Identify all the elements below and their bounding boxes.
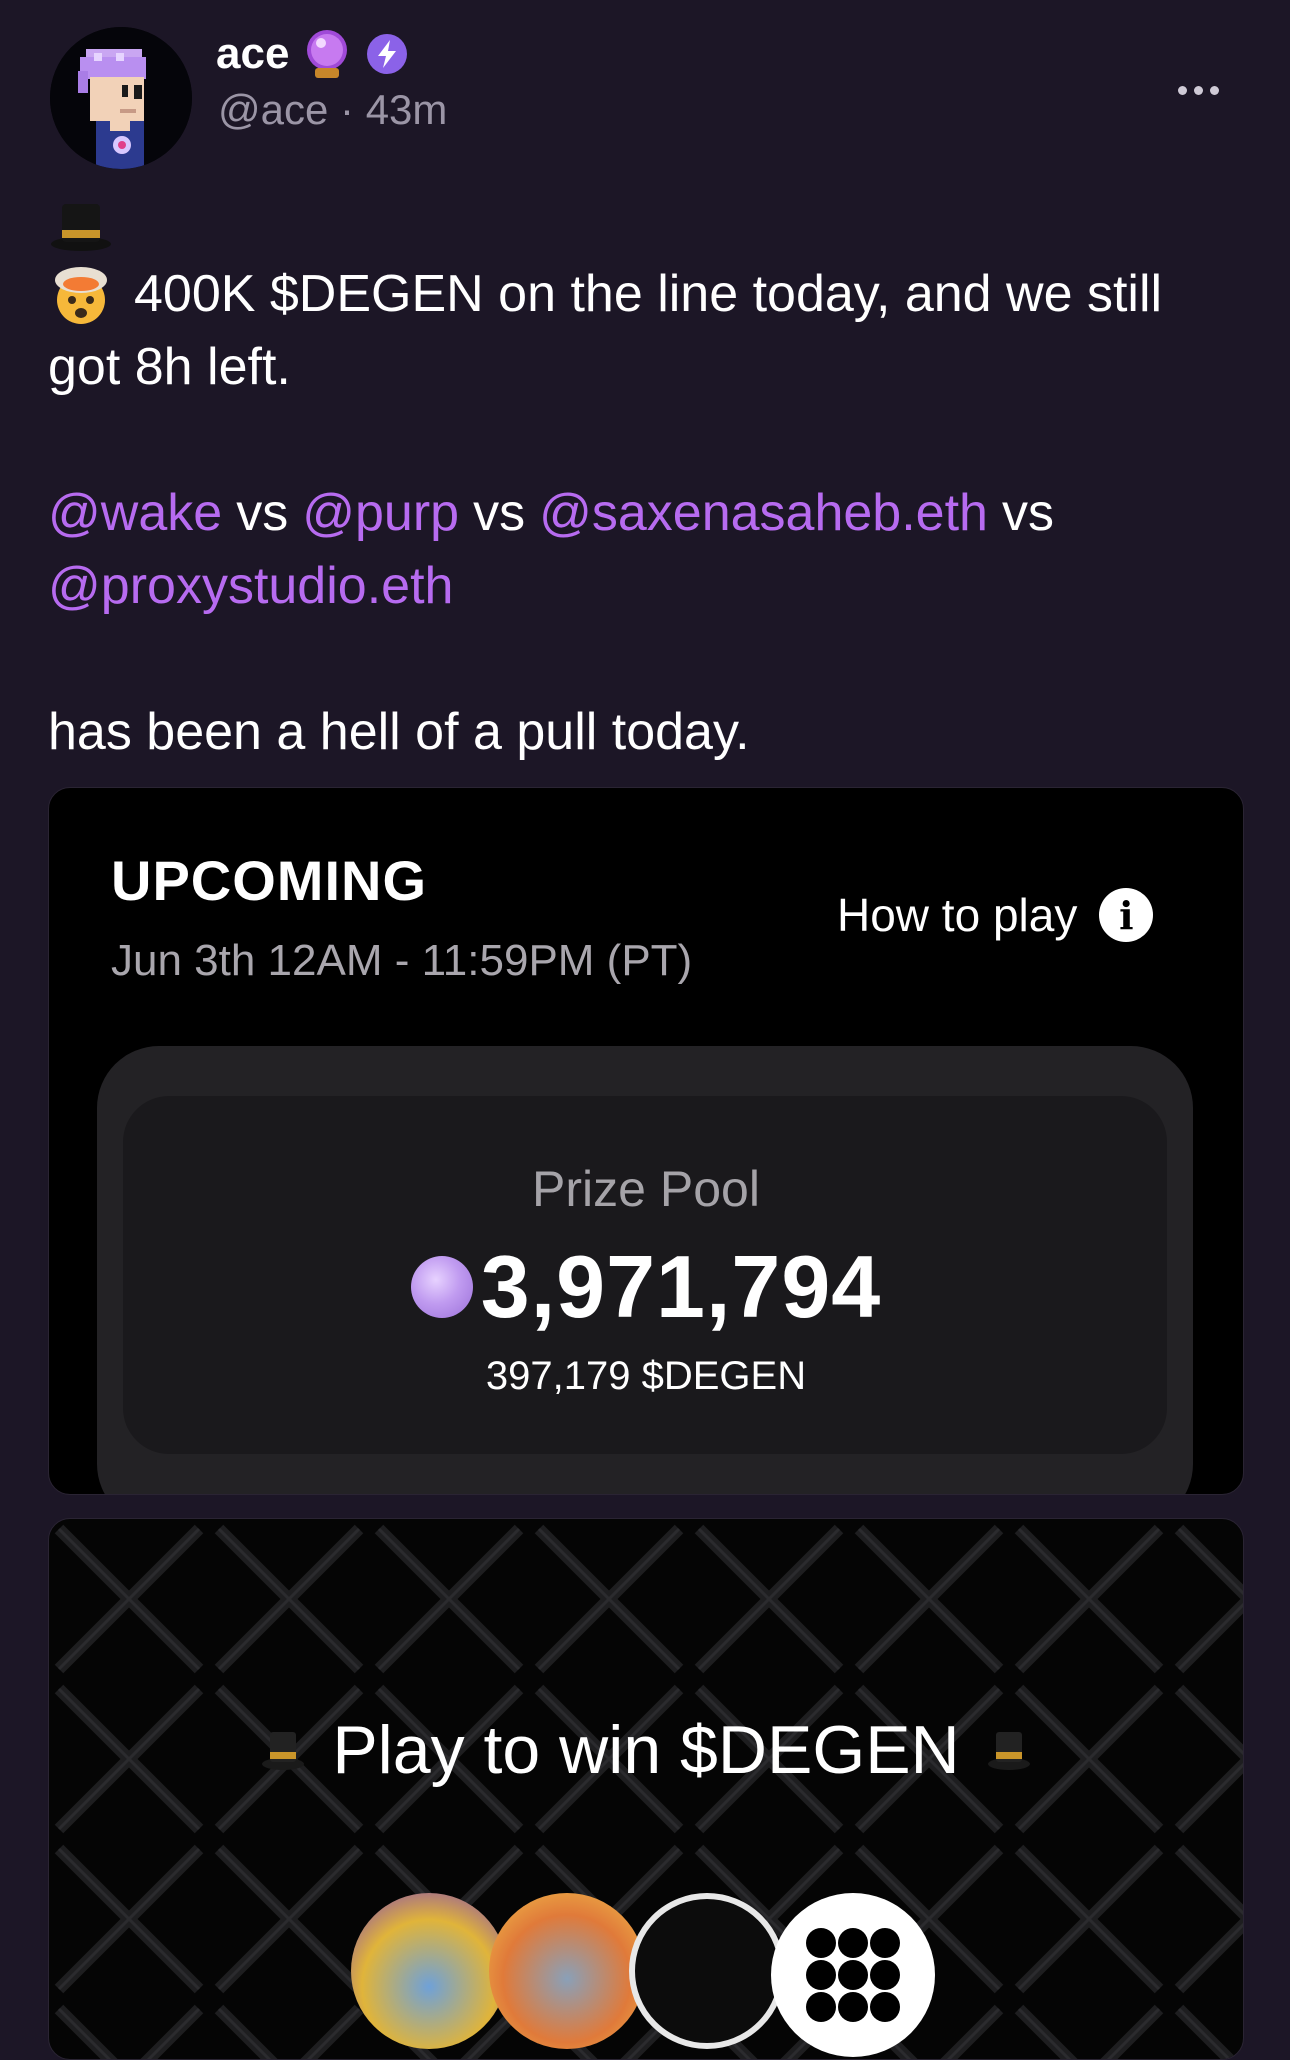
player-avatar[interactable] bbox=[351, 1893, 507, 2049]
top-hat-icon bbox=[262, 1732, 305, 1770]
info-icon: i bbox=[1099, 888, 1154, 942]
mention-link[interactable]: @proxystudio.eth bbox=[48, 550, 453, 623]
author-meta: @ace · 43m bbox=[218, 86, 447, 134]
vs-text: vs bbox=[473, 484, 526, 542]
post-time: 43m bbox=[365, 86, 448, 133]
author-name-row: ace bbox=[216, 24, 409, 84]
mention-link[interactable]: @wake bbox=[48, 477, 222, 550]
mentions-line-2: @proxystudio.eth bbox=[48, 550, 1238, 623]
prize-pool-label: Prize Pool bbox=[532, 1161, 760, 1217]
author-avatar[interactable] bbox=[50, 27, 192, 169]
author-name[interactable]: ace bbox=[216, 29, 289, 79]
post-text-line1: 400K $DEGEN on the line today, and we st… bbox=[134, 265, 1163, 323]
dots-grid-icon bbox=[806, 1928, 900, 2022]
author-handle[interactable]: @ace bbox=[218, 86, 328, 133]
player-avatar[interactable] bbox=[629, 1893, 785, 2049]
more-players-avatar[interactable] bbox=[771, 1893, 935, 2057]
vs-text: vs bbox=[236, 484, 289, 542]
player-avatar[interactable] bbox=[489, 1893, 645, 2049]
prize-pool-embed[interactable]: UPCOMING Jun 3th 12AM - 11:59PM (PT) How… bbox=[48, 787, 1244, 1495]
play-to-win-label: Play to win $DEGEN bbox=[332, 1712, 960, 1788]
post-line-1: 400K $DEGEN on the line today, and we st… bbox=[48, 258, 1238, 331]
prize-pool-value: 3,971,794 bbox=[480, 1237, 882, 1336]
post-body: 400K $DEGEN on the line today, and we st… bbox=[48, 194, 1238, 769]
exploding-head-emoji-icon bbox=[55, 266, 107, 324]
power-badge-icon bbox=[367, 34, 408, 74]
play-to-win-embed[interactable]: Play to win $DEGEN bbox=[48, 1518, 1244, 2060]
more-options-icon[interactable] bbox=[1178, 76, 1226, 104]
meta-separator: · bbox=[340, 86, 355, 133]
mention-link[interactable]: @saxenasaheb.eth bbox=[539, 477, 988, 550]
degen-coin-icon bbox=[410, 1256, 473, 1318]
top-hat-icon bbox=[987, 1732, 1030, 1770]
prize-pool-amount: 3,971,794 bbox=[49, 1236, 1243, 1338]
how-to-play-button[interactable]: How to play i bbox=[837, 888, 1154, 942]
pixel-avatar-image bbox=[50, 27, 192, 169]
player-avatars bbox=[351, 1893, 951, 2059]
crystal-ball-icon bbox=[307, 30, 348, 78]
post-text-closing: has been a hell of a pull today. bbox=[48, 703, 750, 761]
vs-text: vs bbox=[1001, 484, 1054, 542]
post-line-2: got 8h left. bbox=[48, 331, 1238, 404]
how-to-play-label: How to play bbox=[837, 889, 1078, 941]
event-date: Jun 3th 12AM - 11:59PM (PT) bbox=[111, 936, 693, 985]
cast-post: ace @ace · 43m 400K $DEGEN on the line t… bbox=[0, 0, 1290, 2060]
post-text-line2: got 8h left. bbox=[48, 338, 291, 396]
post-closing-line: has been a hell of a pull today. bbox=[48, 696, 1238, 769]
mention-link[interactable]: @purp bbox=[302, 477, 459, 550]
prize-pool-degen: 397,179 $DEGEN bbox=[485, 1354, 807, 1398]
status-label: UPCOMING bbox=[111, 849, 427, 912]
play-cta-row: Play to win $DEGEN bbox=[49, 1711, 1243, 1789]
top-hat-emoji-icon bbox=[51, 204, 111, 251]
mentions-line-1: @wake vs @purp vs @saxenasaheb.eth vs bbox=[48, 477, 1238, 550]
